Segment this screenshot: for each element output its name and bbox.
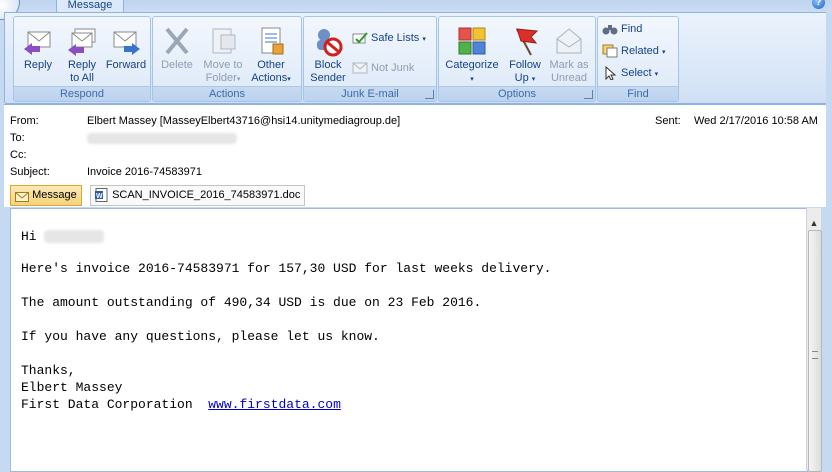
related-button[interactable]: Related ▾ <box>602 42 666 60</box>
other-actions-button[interactable]: Other Actions▾ <box>249 21 293 84</box>
window-frame-edge <box>826 12 832 468</box>
move-to-folder-button[interactable]: Move to Folder▾ <box>201 21 245 84</box>
categorize-button[interactable]: Categorize ▾ <box>441 21 503 83</box>
options-dialog-launcher[interactable] <box>584 90 593 99</box>
subject-value: Invoice 2016-74583971 <box>87 166 202 178</box>
forward-icon <box>110 25 142 57</box>
sent-value: Wed 2/17/2016 10:58 AM <box>694 115 818 127</box>
sent-label: Sent: <box>655 115 681 127</box>
attachment-bar: Message W SCAN_INVOICE_2016_74583971.doc <box>4 183 826 207</box>
group-label-respond: Respond <box>14 86 150 101</box>
group-actions: Delete Move to Folder▾ Other Actions▾ Ac… <box>152 16 302 102</box>
group-label-find: Find <box>598 86 678 101</box>
word-document-icon: W <box>95 188 109 203</box>
not-junk-button[interactable]: Not Junk <box>352 59 414 77</box>
recipient-name-redacted <box>44 230 105 244</box>
body-line-questions: If you have any questions, please let us… <box>21 329 380 344</box>
safe-lists-button[interactable]: Safe Lists ▾ <box>352 29 426 47</box>
greeting-line: Hi <box>21 229 105 244</box>
move-folder-icon <box>207 25 239 57</box>
scroll-thumb[interactable] <box>808 230 822 472</box>
cc-label: Cc: <box>10 149 27 161</box>
flag-icon <box>509 25 541 57</box>
binoculars-icon <box>602 22 618 36</box>
scroll-grip-icon <box>812 351 818 359</box>
cursor-arrow-icon <box>602 65 618 81</box>
reply-all-icon <box>66 25 98 57</box>
group-respond: Reply Reply to All Forward Respond <box>13 16 151 102</box>
select-button[interactable]: Select ▾ <box>602 64 658 82</box>
company-link[interactable]: www.firstdata.com <box>208 397 341 412</box>
message-body[interactable]: Hi Here's invoice 2016-74583971 for 157,… <box>10 208 808 472</box>
from-label: From: <box>10 115 39 127</box>
title-tab-strip: Message ? <box>0 0 832 20</box>
delete-button[interactable]: Delete <box>155 21 199 83</box>
find-button[interactable]: Find <box>602 20 642 38</box>
envelope-icon <box>15 190 29 203</box>
safe-lists-icon <box>352 31 368 45</box>
body-line-invoice: Here's invoice 2016-74583971 for 157,30 … <box>21 261 552 276</box>
mark-as-unread-button[interactable]: Mark as Unread <box>547 21 591 84</box>
reply-button[interactable]: Reply <box>16 21 60 83</box>
not-junk-icon <box>352 61 368 75</box>
message-tab[interactable]: Message <box>10 185 82 206</box>
signature-company-line: First Data Corporation www.firstdata.com <box>21 397 341 412</box>
attachment-file[interactable]: W SCAN_INVOICE_2016_74583971.doc <box>90 185 306 206</box>
signature-name: Elbert Massey <box>21 380 123 395</box>
from-value[interactable]: Elbert Massey [MasseyElbert43716@hsi14.u… <box>87 115 400 127</box>
other-actions-icon <box>255 25 287 57</box>
vertical-scrollbar[interactable]: ▲ <box>806 208 822 472</box>
group-label-actions: Actions <box>153 86 301 101</box>
group-junk-email: Block Sender Safe Lists ▾ Not Junk Junk … <box>303 16 437 102</box>
categorize-icon <box>456 25 488 57</box>
reply-icon <box>22 25 54 57</box>
to-label: To: <box>10 132 25 144</box>
scroll-up-arrow-icon[interactable]: ▲ <box>807 216 821 230</box>
block-sender-button[interactable]: Block Sender <box>306 21 350 84</box>
group-find: Find Related ▾ Select ▾ Find <box>597 16 679 102</box>
to-value-redacted <box>87 132 237 144</box>
reply-all-button[interactable]: Reply to All <box>60 21 104 84</box>
svg-text:W: W <box>96 193 103 200</box>
closing-line: Thanks, <box>21 363 76 378</box>
group-label-junk-email: Junk E-mail <box>304 86 436 101</box>
block-sender-icon <box>312 25 344 57</box>
group-options: Categorize ▾ Follow Up ▾ Mark as Unread <box>438 16 596 102</box>
follow-up-button[interactable]: Follow Up ▾ <box>503 21 547 84</box>
junk-email-dialog-launcher[interactable] <box>425 90 434 99</box>
delete-x-icon <box>161 25 193 57</box>
help-icon[interactable]: ? <box>812 0 825 9</box>
body-line-outstanding: The amount outstanding of 490,34 USD is … <box>21 295 482 310</box>
ribbon: Reply Reply to All Forward Respond Delet… <box>4 12 828 104</box>
forward-button[interactable]: Forward <box>104 21 148 83</box>
group-label-options: Options <box>439 86 595 101</box>
related-icon <box>602 44 618 58</box>
mark-unread-icon <box>553 25 585 57</box>
subject-label: Subject: <box>10 166 50 178</box>
message-header: From: Elbert Massey [MasseyElbert43716@h… <box>4 104 826 185</box>
